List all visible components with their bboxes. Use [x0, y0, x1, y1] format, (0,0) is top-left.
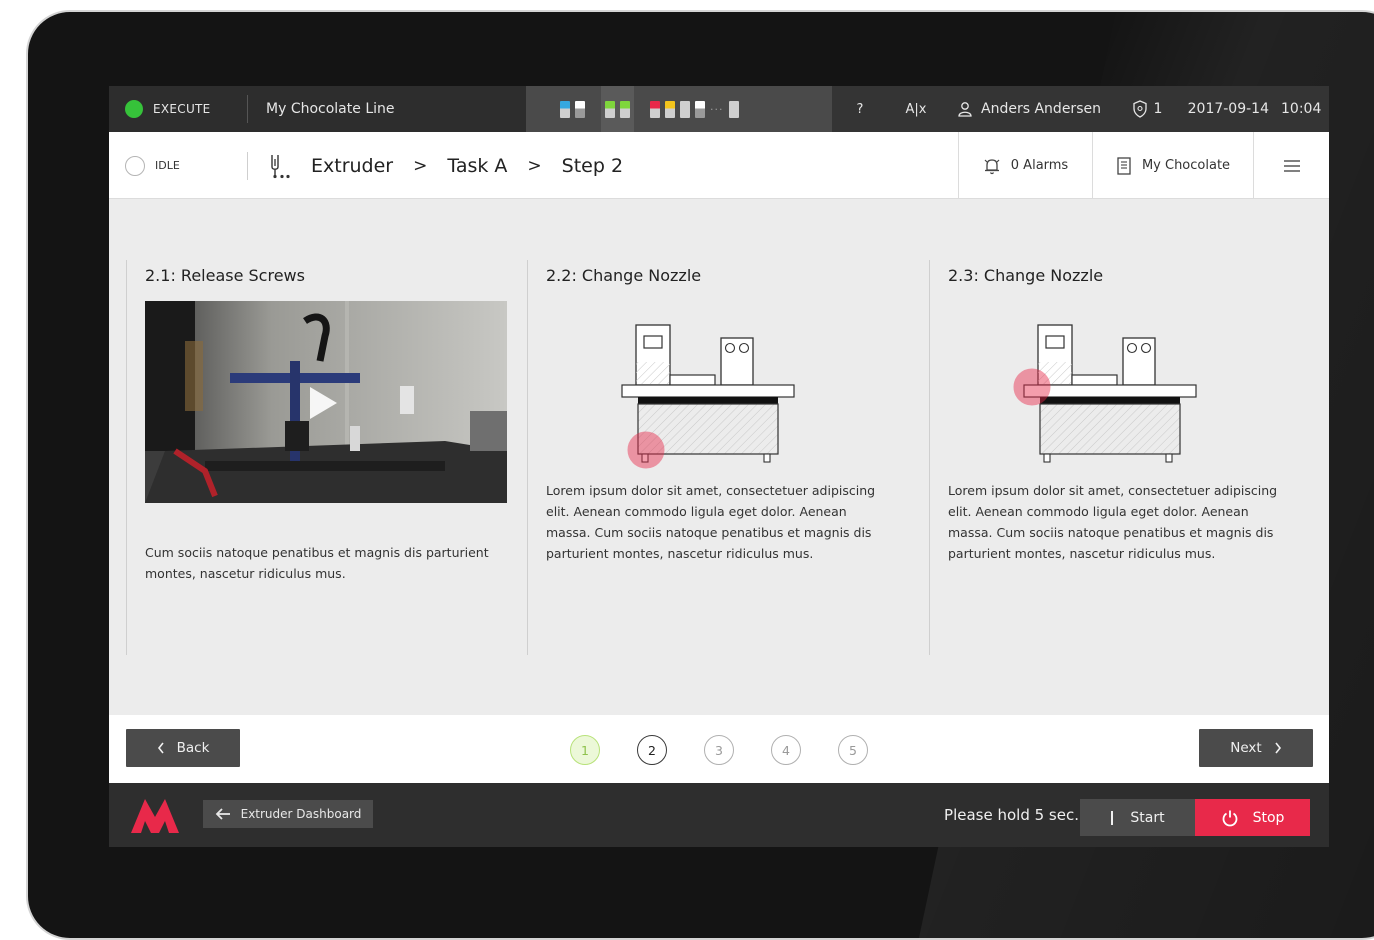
machine-block-icon	[605, 100, 615, 118]
menu-button[interactable]	[1254, 132, 1329, 199]
machine-state[interactable]: IDLE	[125, 132, 180, 199]
stop-button[interactable]: Stop	[1195, 799, 1310, 836]
video-player[interactable]	[145, 301, 507, 503]
hamburger-icon	[1283, 159, 1300, 172]
power-icon	[1222, 810, 1237, 826]
breadcrumb-item-task[interactable]: Task A	[447, 155, 507, 177]
notification-count: 1	[1153, 101, 1163, 117]
highlight-marker	[1013, 368, 1051, 406]
machine-block-icon	[695, 100, 705, 118]
extruder-icon	[271, 154, 290, 178]
panel-text: Lorem ipsum dolor sit amet, consectetuer…	[546, 483, 876, 561]
date-time: 2017-09-14 10:04	[1180, 86, 1329, 132]
chevron-left-icon	[157, 742, 164, 754]
breadcrumb-separator: >	[413, 155, 428, 176]
machine-tab-2[interactable]	[601, 86, 634, 132]
nozzle-diagram	[621, 324, 795, 469]
start-label: Start	[1130, 809, 1165, 826]
machine-block-icon	[650, 100, 660, 118]
breadcrumb: Extruder > Task A > Step 2	[269, 132, 623, 199]
language-button[interactable]: A|x	[888, 86, 944, 132]
step-indicator-1[interactable]: 1	[570, 735, 600, 765]
top-bar: EXECUTE My Chocolate Line ··· ? A|x Ande…	[109, 86, 1329, 132]
mode-indicator[interactable]: EXECUTE	[109, 86, 247, 132]
alarms-button[interactable]: 0 Alarms	[958, 132, 1092, 199]
hold-instruction: Please hold 5 sec.	[944, 806, 1079, 824]
next-button[interactable]: Next	[1199, 729, 1313, 767]
recipe-label: My Chocolate	[1141, 158, 1231, 173]
user-name: Anders Andersen	[981, 101, 1101, 117]
machine-block-icon	[620, 100, 630, 118]
step-indicator-2[interactable]: 2	[637, 735, 667, 765]
instruction-panel-1: 2.1: Release Screws Cum sociis natoque p…	[126, 260, 528, 655]
panel-text: Cum sociis natoque penatibus et magnis d…	[145, 545, 489, 581]
tab-overflow-indicator: ···	[710, 102, 724, 116]
alarms-label: 0 Alarms	[1010, 158, 1069, 173]
bottom-bar: Extruder Dashboard Please hold 5 sec. St…	[109, 783, 1329, 847]
dashboard-label: Extruder Dashboard	[240, 807, 362, 821]
panel-title: 2.1: Release Screws	[145, 266, 305, 285]
start-button[interactable]: Start	[1080, 799, 1195, 836]
panel-text: Lorem ipsum dolor sit amet, consectetuer…	[948, 483, 1278, 561]
bell-icon	[984, 158, 1000, 174]
time: 10:04	[1281, 101, 1322, 117]
extruder-dashboard-button[interactable]: Extruder Dashboard	[203, 800, 373, 828]
state-label: IDLE	[155, 159, 180, 172]
highlight-marker	[627, 431, 665, 469]
video-thumbnail	[145, 301, 507, 503]
breadcrumb-item-extruder[interactable]: Extruder	[311, 155, 393, 177]
breadcrumb-separator: >	[527, 155, 542, 176]
sub-bar: IDLE Extruder > Task A > Step 2 0 Alarms…	[109, 132, 1329, 199]
machine-block-icon	[575, 100, 585, 118]
panel-title: 2.2: Change Nozzle	[546, 266, 702, 285]
step-indicator-3[interactable]: 3	[704, 735, 734, 765]
breadcrumb-item-step: Step 2	[561, 154, 624, 177]
chevron-right-icon	[1275, 742, 1281, 754]
arrow-left-icon	[215, 808, 230, 820]
user-icon	[958, 102, 972, 117]
help-button[interactable]: ?	[832, 86, 888, 132]
machine-block-icon	[680, 100, 690, 118]
hmi-screen: EXECUTE My Chocolate Line ··· ? A|x Ande…	[109, 86, 1329, 847]
start-bar-icon	[1111, 810, 1114, 825]
user-button[interactable]: Anders Andersen	[944, 86, 1114, 132]
line-name[interactable]: My Chocolate Line	[266, 86, 395, 132]
notifications-button[interactable]: 1	[1114, 86, 1180, 132]
divider	[247, 95, 248, 123]
machine-block-icon	[728, 100, 739, 118]
stop-label: Stop	[1252, 809, 1285, 826]
instruction-panel-2: 2.2: Change Nozzle Lorem ipsum dolor sit…	[527, 260, 929, 655]
step-indicator-5[interactable]: 5	[838, 735, 868, 765]
nozzle-diagram	[1013, 324, 1197, 463]
date: 2017-09-14	[1187, 101, 1269, 117]
shield-icon	[1132, 100, 1147, 118]
next-label: Next	[1230, 740, 1262, 756]
recipe-button[interactable]: My Chocolate	[1092, 132, 1254, 199]
mode-label: EXECUTE	[153, 102, 211, 116]
machine-block-icon	[665, 100, 675, 118]
idle-ring-icon	[125, 155, 145, 176]
instruction-content: 2.1: Release Screws Cum sociis natoque p…	[109, 200, 1329, 715]
machine-block-icon	[560, 100, 570, 118]
step-indicator-4[interactable]: 4	[771, 735, 801, 765]
machine-tab-1[interactable]	[556, 86, 589, 132]
step-navigation: Back 1 2 3 4 5 Next	[109, 715, 1329, 783]
brand-logo	[131, 799, 179, 833]
machine-tabs: ···	[526, 86, 832, 132]
document-icon	[1117, 156, 1131, 175]
instruction-panel-3: 2.3: Change Nozzle Lorem ipsum dolor sit…	[929, 260, 1329, 655]
back-button[interactable]: Back	[126, 729, 240, 767]
back-label: Back	[176, 740, 210, 756]
machine-tab-3[interactable]: ···	[646, 86, 743, 132]
status-dot-icon	[125, 100, 143, 118]
divider	[247, 152, 248, 180]
panel-title: 2.3: Change Nozzle	[948, 266, 1104, 285]
